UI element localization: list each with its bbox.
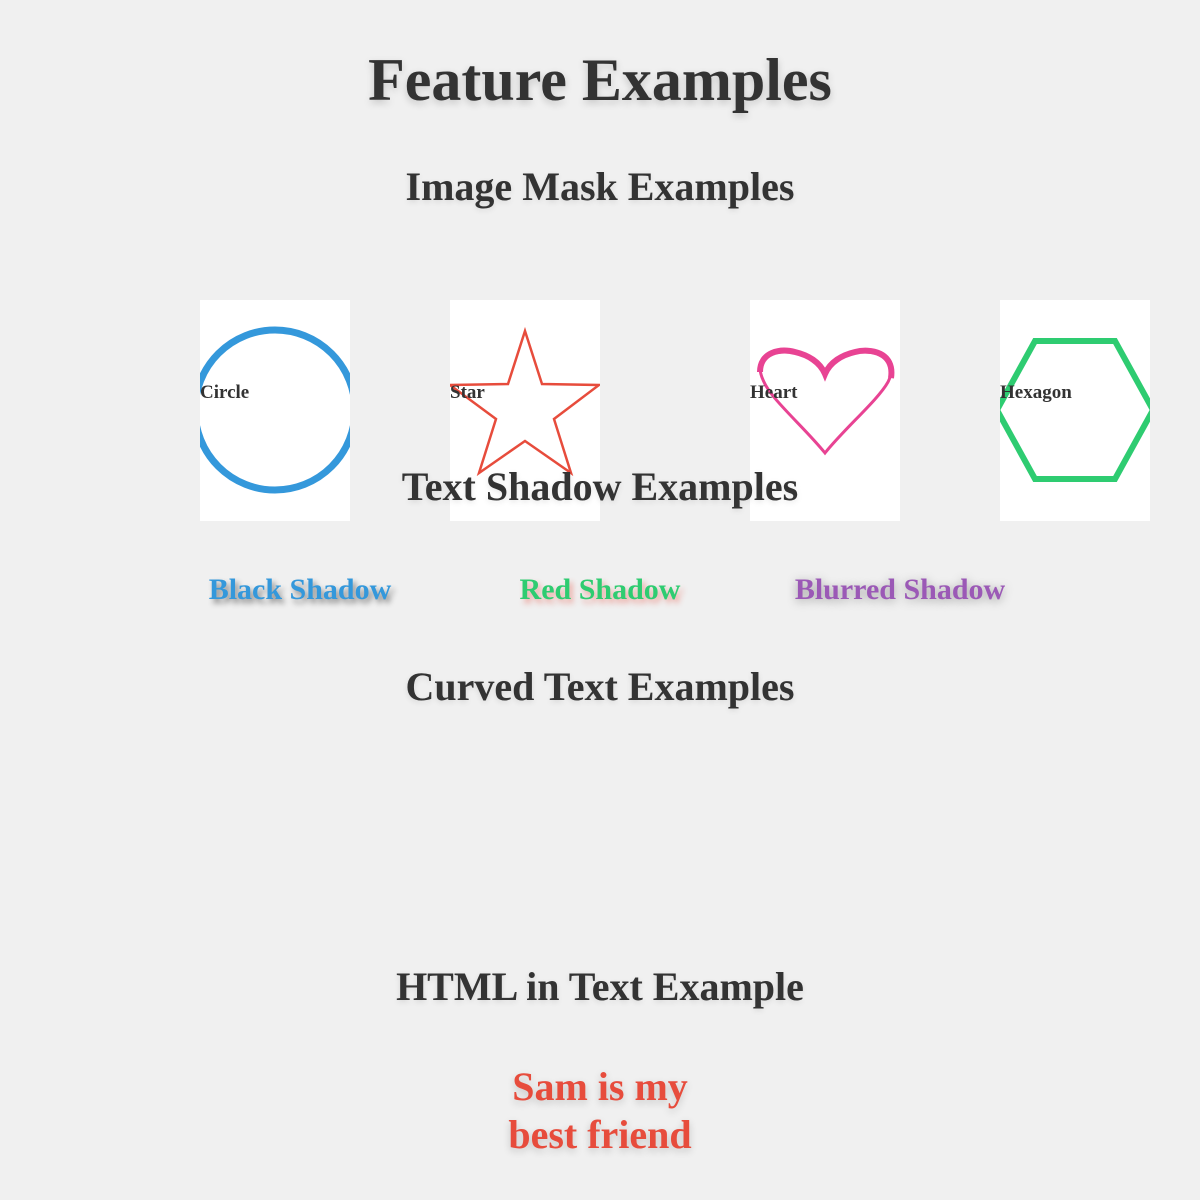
curved-text-section-title: Curved Text Examples <box>405 664 795 709</box>
mask-label-hexagon: Hexagon <box>1000 382 1072 403</box>
mask-label-circle: Circle <box>200 382 250 403</box>
html-in-text-content: Sam is my best friend <box>0 1063 1200 1159</box>
page-title: Feature Examples <box>368 47 832 113</box>
black-shadow-text: Black Shadow <box>208 573 392 606</box>
html-text-line-2: best friend <box>508 1112 692 1157</box>
red-shadow-text: Red Shadow <box>519 573 681 606</box>
blurred-shadow-text: Blurred Shadow <box>794 573 1006 606</box>
html-text-line-1: Sam is my <box>512 1064 688 1109</box>
text-shadow-section-title: Text Shadow Examples <box>401 464 799 509</box>
feature-examples-page: Feature Examples Image Mask Examples Cir… <box>0 0 1200 1200</box>
mask-label-heart: Heart <box>750 382 798 403</box>
html-in-text-section-title: HTML in Text Example <box>396 964 804 1009</box>
image-mask-section-title: Image Mask Examples <box>405 164 795 209</box>
mask-label-star: Star <box>450 382 485 403</box>
